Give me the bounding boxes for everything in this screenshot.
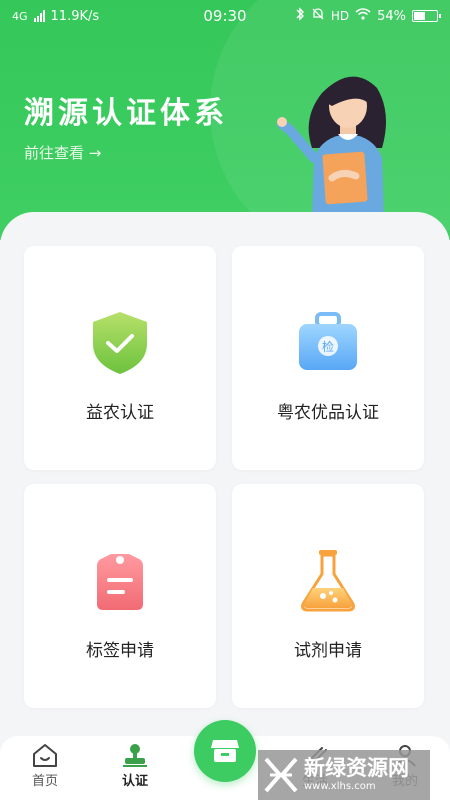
inspection-case-icon: 检 (299, 312, 357, 370)
card-label: 试剂申请 (294, 641, 362, 661)
watermark-logo-icon (264, 757, 298, 793)
tab-label: 认证 (121, 774, 148, 789)
signal-icon (33, 10, 45, 22)
tag-icon (97, 554, 143, 610)
tab-label: 首页 (31, 774, 58, 789)
hd-badge: HD (330, 9, 350, 23)
tab-certification[interactable]: 认证 (95, 736, 175, 800)
card-yinong-certification[interactable]: 益农认证 (24, 246, 216, 470)
tab-home[interactable]: 首页 (5, 736, 85, 800)
watermark-url: www.xlhs.com (304, 781, 376, 792)
hero-title: 溯源认证体系 (24, 96, 228, 131)
network-type: 4G (12, 9, 28, 23)
battery-icon (412, 10, 441, 22)
wifi-icon (355, 8, 371, 24)
case-glyph: 检 (322, 339, 334, 354)
status-bar: 4G 11.9K/s 09:30 HD 54% (0, 0, 450, 32)
store-icon (211, 740, 239, 762)
shield-check-icon (93, 312, 147, 374)
watermark: 新绿资源网 www.xlhs.com (258, 750, 430, 800)
card-label-application[interactable]: 标签申请 (24, 484, 216, 708)
home-icon (33, 744, 57, 767)
card-label: 标签申请 (86, 641, 154, 661)
view-more-link[interactable]: 前往查看 → (24, 142, 101, 163)
woman-illustration (277, 76, 386, 218)
card-label: 粤农优品认证 (277, 403, 379, 423)
hero-banner: 4G 11.9K/s 09:30 HD 54% 溯源认证体系 前往查看 → (0, 0, 450, 240)
battery-percent: 54% (377, 8, 406, 24)
card-reagent-application[interactable]: 试剂申请 (232, 484, 424, 708)
bluetooth-icon (295, 7, 305, 25)
stamp-icon (123, 744, 147, 767)
flask-icon (301, 550, 355, 612)
watermark-text: 新绿资源网 (304, 756, 409, 780)
card-yuenong-premium-certification[interactable]: 检 粤农优品认证 (232, 246, 424, 470)
mute-bell-icon (311, 7, 325, 25)
center-shop-button[interactable] (194, 720, 256, 782)
card-label: 益农认证 (86, 403, 154, 423)
network-speed: 11.9K/s (50, 8, 100, 24)
clock: 09:30 (203, 7, 247, 25)
